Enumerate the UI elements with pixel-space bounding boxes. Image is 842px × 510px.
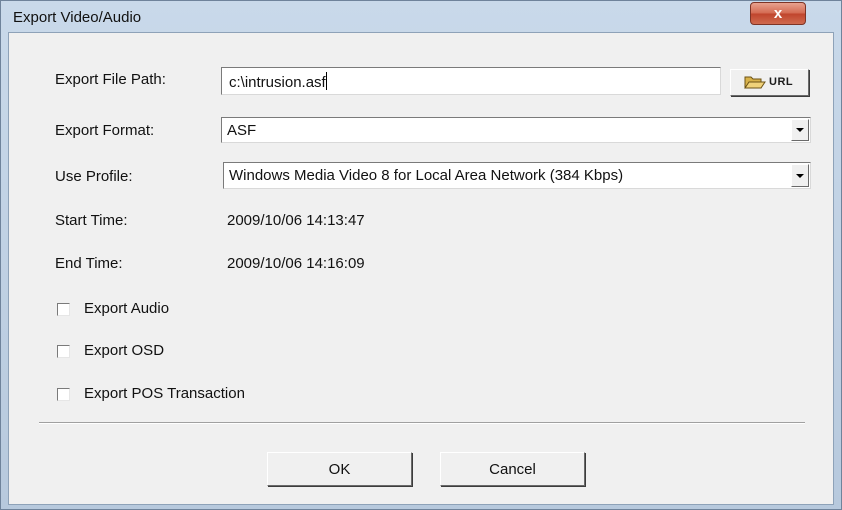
use-profile-dropdown-button[interactable] — [791, 164, 809, 187]
export-file-path-input[interactable]: c:\intrusion.asf — [221, 67, 721, 95]
use-profile-value: Windows Media Video 8 for Local Area Net… — [229, 167, 624, 184]
close-icon: x — [773, 5, 783, 22]
use-profile-label: Use Profile: — [55, 168, 133, 185]
export-osd-checkbox[interactable] — [57, 345, 70, 358]
title-bar[interactable]: Export Video/Audio x — [1, 1, 841, 33]
export-file-path-value: c:\intrusion.asf — [229, 74, 326, 91]
export-format-dropdown-button[interactable] — [791, 119, 809, 141]
export-audio-label[interactable]: Export Audio — [84, 300, 169, 317]
export-format-label: Export Format: — [55, 122, 155, 139]
dialog-body: Export File Path: c:\intrusion.asf URL E… — [8, 32, 834, 505]
close-button[interactable]: x — [750, 2, 806, 25]
chevron-down-icon — [796, 173, 804, 178]
end-time-value: 2009/10/06 14:16:09 — [227, 255, 365, 272]
export-pos-transaction-label[interactable]: Export POS Transaction — [84, 385, 245, 402]
chevron-down-icon — [796, 128, 804, 132]
export-audio-checkbox[interactable] — [57, 303, 70, 316]
url-button-label: URL — [769, 76, 794, 88]
use-profile-select[interactable]: Windows Media Video 8 for Local Area Net… — [223, 162, 811, 189]
export-osd-label[interactable]: Export OSD — [84, 342, 164, 359]
folder-icon — [744, 76, 766, 89]
separator — [39, 422, 805, 424]
ok-button[interactable]: OK — [267, 452, 412, 486]
export-dialog: Export Video/Audio x Export File Path: c… — [0, 0, 842, 510]
end-time-label: End Time: — [55, 255, 123, 272]
window-title: Export Video/Audio — [13, 9, 142, 26]
export-format-value: ASF — [227, 122, 257, 139]
cancel-button[interactable]: Cancel — [440, 452, 585, 486]
start-time-value: 2009/10/06 14:13:47 — [227, 212, 365, 229]
export-file-path-label: Export File Path: — [55, 71, 166, 88]
browse-url-button[interactable]: URL — [730, 69, 809, 96]
start-time-label: Start Time: — [55, 212, 128, 229]
export-pos-transaction-checkbox[interactable] — [57, 388, 70, 401]
text-caret — [325, 72, 327, 90]
export-format-select[interactable]: ASF — [221, 117, 811, 143]
